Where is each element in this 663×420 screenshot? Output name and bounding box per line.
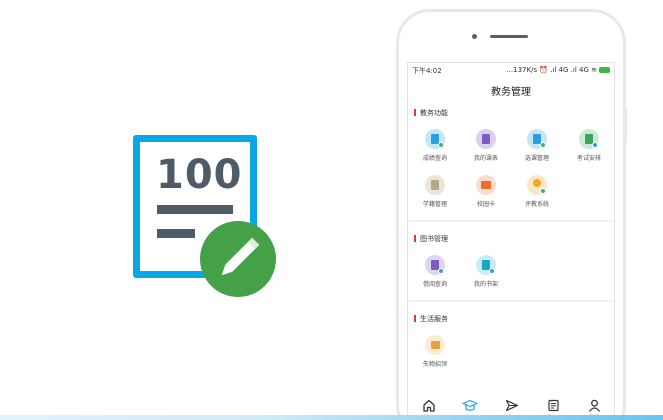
sheet-line-long [157, 205, 233, 214]
menu-item-course-select[interactable]: 选课管理 [511, 129, 563, 162]
section-divider [408, 300, 614, 302]
menu-item-schedule[interactable]: 我的课表 [460, 129, 512, 162]
course-select-icon [527, 129, 547, 149]
menu-item-lost-found[interactable]: 失物招领 [409, 335, 461, 368]
menu-item-label: 考试安排 [576, 155, 601, 162]
home-icon [423, 399, 435, 412]
grade-query-icon [425, 129, 445, 149]
menu-item-student-record[interactable]: 学籍管理 [409, 175, 461, 208]
page-title: 教务管理 [491, 87, 531, 98]
phone-screen: 下午4:02 ...137K/s ⏰ .ıl 4G .ıl 4G ≋ 教务管理 … [407, 62, 615, 420]
menu-item-label: 借阅查询 [422, 281, 447, 288]
sheet-line-short [157, 229, 195, 238]
borrow-query-icon [425, 255, 445, 275]
paper-plane-icon [505, 399, 519, 412]
menu-item-label: 评教系统 [524, 201, 549, 208]
student-record-icon [425, 175, 445, 195]
menu-item-borrow-query[interactable]: 借阅查询 [409, 255, 461, 288]
status-time: 下午4:02 [412, 67, 442, 75]
stage: 100 下午4:02 ...137K/s ⏰ .ıl 4G .ıl 4G ≋ 教… [0, 0, 663, 420]
score-number: 100 [156, 152, 243, 198]
campus-card-icon [476, 175, 496, 195]
bookshelf-icon [476, 255, 496, 275]
status-indicator-text: ...137K/s ⏰ .ıl 4G .ıl 4G ≋ [506, 66, 597, 74]
menu-item-grade-query[interactable]: 成绩查询 [409, 129, 461, 162]
status-indicators: ...137K/s ⏰ .ıl 4G .ıl 4G ≋ [506, 66, 610, 74]
section-label-life: 生活服务 [414, 314, 448, 324]
menu-item-label: 我的书架 [473, 281, 498, 288]
menu-item-bookshelf[interactable]: 我的书架 [460, 255, 512, 288]
graduation-cap-icon [462, 399, 478, 411]
evaluation-icon [527, 175, 547, 195]
section-label-library: 图书管理 [414, 234, 448, 244]
menu-item-exam[interactable]: 考试安排 [563, 129, 614, 162]
user-icon [588, 399, 600, 412]
exam-icon [579, 129, 599, 149]
menu-item-label: 失物招领 [422, 361, 447, 368]
camera-dot [472, 34, 477, 39]
lost-found-icon [425, 335, 445, 355]
menu-item-label: 校园卡 [476, 201, 495, 208]
menu-item-label: 学籍管理 [422, 201, 447, 208]
menu-item-campus-card[interactable]: 校园卡 [460, 175, 512, 208]
schedule-icon [476, 129, 496, 149]
menu-item-label: 我的课表 [473, 155, 498, 162]
section-divider [408, 220, 614, 222]
status-bar: 下午4:02 ...137K/s ⏰ .ıl 4G .ıl 4G ≋ [408, 63, 614, 79]
edit-pencil-icon [200, 221, 276, 297]
menu-item-evaluation[interactable]: 评教系统 [511, 175, 563, 208]
bottom-accent-strip [0, 415, 663, 420]
news-icon [547, 399, 559, 412]
menu-item-label: 成绩查询 [422, 155, 447, 162]
menu-item-label: 选课管理 [524, 155, 549, 162]
side-button [623, 108, 627, 144]
section-label-academic: 教务功能 [414, 108, 448, 118]
speaker-grille [490, 35, 528, 38]
battery-icon [599, 67, 610, 73]
